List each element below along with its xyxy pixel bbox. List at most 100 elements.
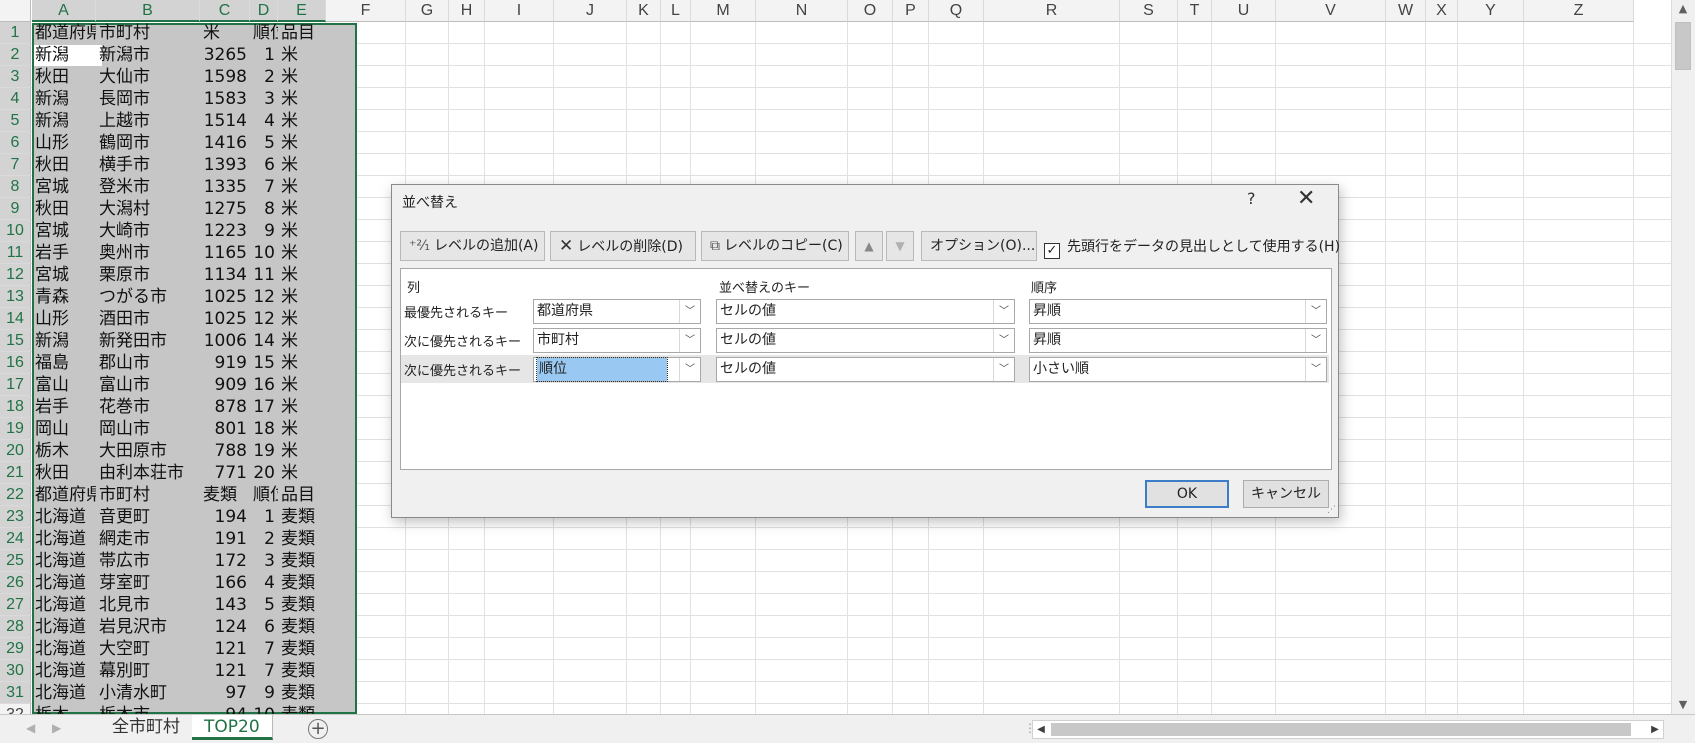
table-cell[interactable]: 岡山 <box>32 418 96 440</box>
column-select[interactable]: 順位 ﹀ <box>533 357 701 382</box>
table-cell[interactable]: 143 <box>200 594 250 616</box>
row-header[interactable]: 31 <box>0 682 31 704</box>
ok-button[interactable]: OK <box>1145 480 1229 508</box>
table-cell[interactable]: 富山市 <box>96 374 200 396</box>
table-cell[interactable]: 2 <box>250 528 278 550</box>
column-header[interactable]: V <box>1276 0 1386 22</box>
table-cell[interactable]: 194 <box>200 506 250 528</box>
table-cell[interactable]: 麦類 <box>278 616 326 638</box>
row-header[interactable]: 27 <box>0 594 31 616</box>
table-cell[interactable]: 小清水町 <box>96 682 200 704</box>
table-cell[interactable]: 麦類 <box>278 594 326 616</box>
column-header[interactable]: C <box>200 0 250 22</box>
select-all-corner[interactable] <box>0 0 31 22</box>
table-cell[interactable]: 郡山市 <box>96 352 200 374</box>
table-cell[interactable]: 北海道 <box>32 660 96 682</box>
table-cell[interactable]: 北海道 <box>32 528 96 550</box>
table-cell[interactable]: 9 <box>250 220 278 242</box>
row-header[interactable]: 4 <box>0 88 31 110</box>
row-header[interactable]: 15 <box>0 330 31 352</box>
table-cell[interactable]: 市町村 <box>96 484 200 506</box>
table-cell[interactable]: 12 <box>250 286 278 308</box>
table-cell[interactable]: 米 <box>278 132 326 154</box>
chevron-down-icon[interactable]: ﹀ <box>1305 329 1326 352</box>
chevron-down-icon[interactable]: ﹀ <box>993 358 1014 381</box>
table-cell[interactable]: 米 <box>278 66 326 88</box>
column-header[interactable]: J <box>554 0 627 22</box>
table-cell[interactable]: 音更町 <box>96 506 200 528</box>
column-header[interactable]: X <box>1426 0 1458 22</box>
table-cell[interactable]: 青森 <box>32 286 96 308</box>
table-cell[interactable]: 登米市 <box>96 176 200 198</box>
table-cell[interactable]: 9 <box>250 682 278 704</box>
table-cell[interactable]: 宮城 <box>32 176 96 198</box>
row-header[interactable]: 26 <box>0 572 31 594</box>
table-cell[interactable]: 19 <box>250 440 278 462</box>
table-cell[interactable]: 17 <box>250 396 278 418</box>
sort-key-select[interactable]: セルの値 ﹀ <box>716 328 1015 353</box>
table-cell[interactable]: 北海道 <box>32 572 96 594</box>
table-cell[interactable]: 新潟 <box>32 110 96 132</box>
table-cell[interactable]: 新潟市 <box>96 44 200 66</box>
chevron-down-icon[interactable]: ﹀ <box>679 358 700 381</box>
column-header[interactable]: P <box>893 0 929 22</box>
table-cell[interactable]: 1223 <box>200 220 250 242</box>
chevron-down-icon[interactable]: ﹀ <box>993 329 1014 352</box>
table-cell[interactable]: 大空町 <box>96 638 200 660</box>
column-header[interactable]: L <box>661 0 691 22</box>
table-cell[interactable]: 秋田 <box>32 66 96 88</box>
table-cell[interactable]: 大崎市 <box>96 220 200 242</box>
table-cell[interactable]: 16 <box>250 374 278 396</box>
add-level-button[interactable]: ⁺²⁄₁ レベルの追加(A) <box>400 231 545 261</box>
table-cell[interactable]: 909 <box>200 374 250 396</box>
table-cell[interactable]: 麦類 <box>278 528 326 550</box>
row-header[interactable]: 19 <box>0 418 31 440</box>
table-cell[interactable]: 大仙市 <box>96 66 200 88</box>
horizontal-scrollbar[interactable]: ◀ ▶ <box>1032 720 1664 739</box>
table-cell[interactable]: 15 <box>250 352 278 374</box>
table-cell[interactable]: 米 <box>278 176 326 198</box>
row-header[interactable]: 23 <box>0 506 31 528</box>
chevron-down-icon[interactable]: ﹀ <box>679 300 700 323</box>
table-cell[interactable]: 芽室町 <box>96 572 200 594</box>
table-cell[interactable]: 麦類 <box>200 484 250 506</box>
table-cell[interactable]: 麦類 <box>278 506 326 528</box>
table-cell[interactable]: 191 <box>200 528 250 550</box>
table-cell[interactable]: 14 <box>250 330 278 352</box>
table-cell[interactable]: 奥州市 <box>96 242 200 264</box>
table-cell[interactable]: 1165 <box>200 242 250 264</box>
table-cell[interactable]: 7 <box>250 638 278 660</box>
table-cell[interactable]: 20 <box>250 462 278 484</box>
table-cell[interactable]: 新発田市 <box>96 330 200 352</box>
scroll-left-icon[interactable]: ◀ <box>1033 721 1049 738</box>
table-cell[interactable]: 7 <box>250 176 278 198</box>
table-cell[interactable]: 3 <box>250 550 278 572</box>
vertical-scrollbar[interactable]: ▲ ▼ <box>1671 0 1695 714</box>
table-cell[interactable]: 順位 <box>250 484 278 506</box>
table-cell[interactable]: 1 <box>250 44 278 66</box>
table-cell[interactable]: 富山 <box>32 374 96 396</box>
table-cell[interactable]: 919 <box>200 352 250 374</box>
table-cell[interactable]: 麦類 <box>278 682 326 704</box>
column-header[interactable]: D <box>250 0 278 22</box>
table-cell[interactable]: 1393 <box>200 154 250 176</box>
options-button[interactable]: オプション(O)... <box>921 231 1037 261</box>
table-cell[interactable]: 宮城 <box>32 220 96 242</box>
table-cell[interactable]: 都道府県 <box>32 22 96 44</box>
sort-key-select[interactable]: セルの値 ﹀ <box>716 357 1015 382</box>
table-cell[interactable]: 米 <box>278 440 326 462</box>
table-cell[interactable]: 米 <box>278 374 326 396</box>
tab-next-icon[interactable]: ▶ <box>52 721 61 735</box>
table-cell[interactable]: 878 <box>200 396 250 418</box>
table-cell[interactable]: 米 <box>278 242 326 264</box>
table-cell[interactable]: 788 <box>200 440 250 462</box>
table-cell[interactable]: 米 <box>278 154 326 176</box>
close-icon[interactable]: ✕ <box>1297 186 1315 211</box>
table-cell[interactable]: 121 <box>200 638 250 660</box>
table-cell[interactable]: 秋田 <box>32 462 96 484</box>
row-header[interactable]: 2 <box>0 44 31 66</box>
delete-level-button[interactable]: ✕ レベルの削除(D) <box>550 231 696 261</box>
table-cell[interactable]: 11 <box>250 264 278 286</box>
table-cell[interactable]: 米 <box>278 396 326 418</box>
column-header[interactable]: R <box>984 0 1120 22</box>
